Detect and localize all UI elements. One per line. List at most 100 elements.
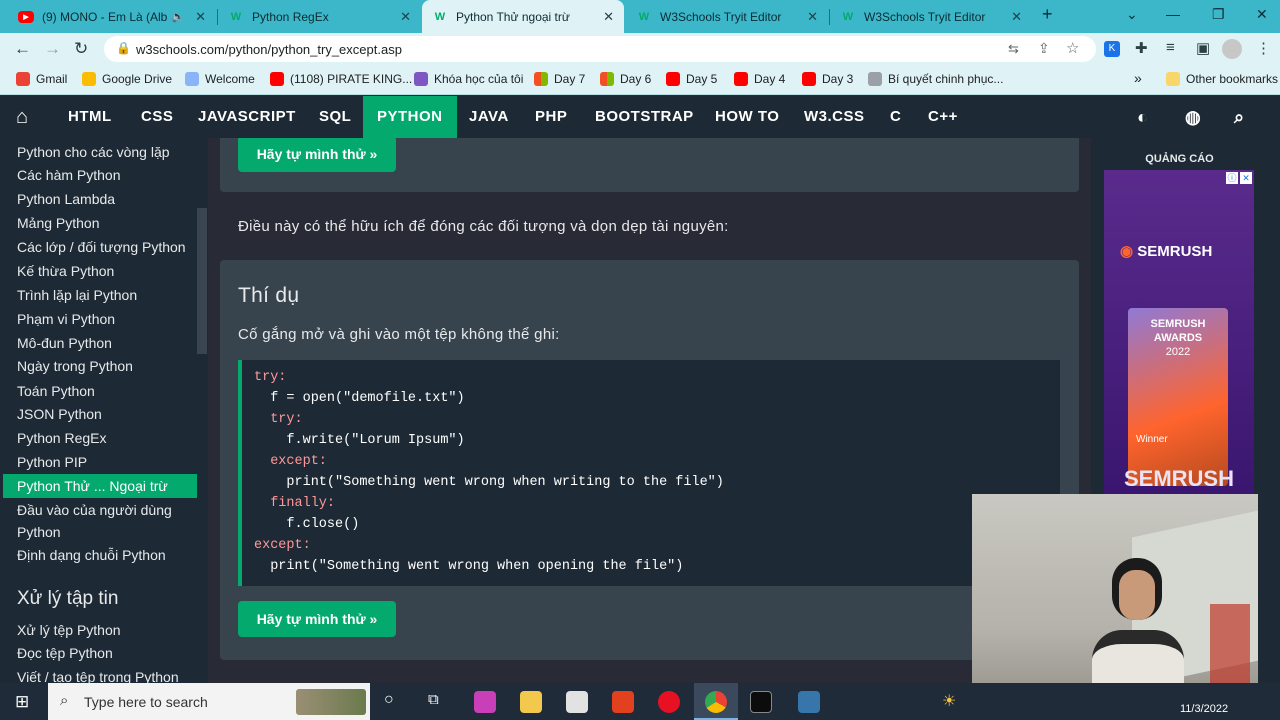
sidebar-item[interactable]: Phạm vi Python: [17, 311, 115, 327]
bookmark-khoa-hoc[interactable]: Khóa học của tôi: [414, 72, 523, 86]
bookmark-day-5[interactable]: Day 5: [666, 72, 717, 86]
close-icon[interactable]: ✕: [195, 9, 206, 25]
menu-kebab-icon[interactable]: ⋮: [1256, 39, 1271, 57]
sidebar-item[interactable]: Định dạng chuỗi Python: [17, 547, 166, 563]
share-icon[interactable]: ⇪: [1038, 40, 1050, 57]
profile-avatar[interactable]: [1222, 39, 1242, 59]
search-icon[interactable]: ⌕: [1234, 96, 1245, 138]
app-icon[interactable]: [474, 691, 496, 713]
tab-python-try-except[interactable]: W Python Thử ngoại trừ ✕: [422, 0, 624, 33]
sidebar-item[interactable]: Python: [17, 524, 61, 540]
tab-tryit-editor-2[interactable]: W W3Schools Tryit Editor ✕: [830, 0, 1032, 33]
sidebar-item[interactable]: Python RegEx: [17, 430, 107, 446]
reload-icon[interactable]: ↻: [74, 39, 88, 59]
close-window-icon[interactable]: ✕: [1256, 6, 1268, 23]
close-icon[interactable]: ✕: [1011, 9, 1022, 25]
nav-css[interactable]: CSS: [141, 96, 173, 138]
sidebar-scrollbar[interactable]: [197, 208, 207, 354]
extension-k-icon[interactable]: K: [1104, 41, 1120, 57]
clock-date[interactable]: 11/3/2022: [1180, 703, 1228, 715]
side-panel-icon[interactable]: ▣: [1196, 39, 1210, 57]
bookmark-gmail[interactable]: Gmail: [16, 72, 67, 86]
nav-sql[interactable]: SQL: [319, 96, 351, 138]
weather-icon[interactable]: ☀: [942, 691, 956, 711]
terminal-icon[interactable]: [750, 691, 772, 713]
globe-icon[interactable]: ◍: [1185, 96, 1201, 138]
file-explorer-icon[interactable]: [520, 691, 542, 713]
python-icon[interactable]: [798, 691, 820, 713]
bookmark-bi-quyet[interactable]: Bí quyết chinh phục...: [868, 72, 1003, 86]
cortana-icon[interactable]: ○: [384, 691, 394, 709]
sidebar-item[interactable]: Python PIP: [17, 454, 87, 470]
nav-how-to[interactable]: HOW TO: [715, 96, 779, 138]
app-icon[interactable]: [566, 691, 588, 713]
close-icon[interactable]: ✕: [807, 9, 818, 25]
record-icon[interactable]: [658, 691, 680, 713]
nav-java[interactable]: JAVA: [469, 96, 509, 138]
sidebar-item[interactable]: Kế thừa Python: [17, 263, 114, 279]
ad-info-icon[interactable]: ⓘ: [1226, 172, 1238, 184]
bookmark-day-6[interactable]: Day 6: [600, 72, 651, 86]
nav-python[interactable]: PYTHON: [363, 96, 457, 138]
tab-python-regex[interactable]: W Python RegEx ✕: [218, 0, 421, 33]
nav-bootstrap[interactable]: BOOTSTRAP: [595, 96, 694, 138]
audio-icon[interactable]: 🔈: [171, 10, 185, 23]
task-view-icon[interactable]: ⧉: [428, 691, 439, 708]
bookmark-star-icon[interactable]: ☆: [1066, 39, 1079, 57]
sidebar-item[interactable]: Đầu vào của người dùng: [17, 502, 172, 518]
sidebar-item[interactable]: Ngày trong Python: [17, 358, 133, 374]
close-icon[interactable]: ✕: [400, 9, 411, 25]
lock-icon[interactable]: 🔒: [116, 41, 131, 55]
sidebar-item[interactable]: Python cho các vòng lặp: [17, 144, 170, 160]
nav-w3css[interactable]: W3.CSS: [804, 96, 865, 138]
tab-tryit-editor-1[interactable]: W W3Schools Tryit Editor ✕: [626, 0, 828, 33]
forward-icon[interactable]: →: [44, 39, 61, 59]
sidebar-item[interactable]: Mảng Python: [17, 215, 100, 231]
bookmark-day-3[interactable]: Day 3: [802, 72, 853, 86]
sidebar-item[interactable]: Các lớp / đối tượng Python: [17, 239, 186, 255]
minimize-icon[interactable]: —: [1166, 6, 1180, 22]
home-icon[interactable]: ⌂: [16, 96, 29, 138]
try-it-yourself-button[interactable]: Hãy tự mình thử »: [238, 138, 396, 172]
bookmark-pirate-king[interactable]: (1108) PIRATE KING...: [270, 72, 412, 86]
more-bookmarks-chevron-icon[interactable]: »: [1134, 70, 1142, 86]
sidebar-item[interactable]: Toán Python: [17, 383, 95, 399]
sidebar-item[interactable]: Trình lặp lại Python: [17, 287, 137, 303]
sidebar-item[interactable]: Python Lambda: [17, 191, 115, 207]
tab-youtube-mono[interactable]: ▶ (9) MONO - Em Là (Albu 🔈 ✕: [8, 0, 216, 33]
nav-html[interactable]: HTML: [68, 96, 112, 138]
close-icon[interactable]: ✕: [603, 9, 614, 25]
office-icon[interactable]: [612, 691, 634, 713]
semrush-ad[interactable]: ⓘ ✕ ◉ SEMRUSH SEMRUSH AWARDS 2022 Winner…: [1104, 170, 1254, 495]
nav-cpp[interactable]: C++: [928, 96, 958, 138]
other-bookmarks[interactable]: Other bookmarks: [1166, 72, 1278, 86]
reading-list-icon[interactable]: ≡: [1166, 39, 1175, 56]
translate-icon[interactable]: ⇆: [1008, 41, 1019, 57]
sidebar-item[interactable]: Viết / tạo tệp trong Python: [17, 669, 179, 683]
url-text[interactable]: w3schools.com/python/python_try_except.a…: [136, 42, 402, 57]
back-icon[interactable]: ←: [14, 39, 31, 59]
sidebar-item[interactable]: Đọc tệp Python: [17, 645, 113, 661]
taskbar-search-box[interactable]: ⌕ Type here to search: [48, 683, 370, 720]
sidebar-item[interactable]: Xử lý tệp Python: [17, 622, 121, 638]
nav-javascript[interactable]: JAVASCRIPT: [198, 96, 296, 138]
sidebar-item[interactable]: Mô-đun Python: [17, 335, 112, 351]
bookmark-day-7[interactable]: Day 7: [534, 72, 585, 86]
dark-mode-icon[interactable]: ◐: [1137, 96, 1148, 138]
windows-start-icon[interactable]: ⊞: [15, 692, 29, 712]
sidebar-item[interactable]: JSON Python: [17, 406, 102, 422]
extensions-puzzle-icon[interactable]: ✚: [1135, 39, 1148, 57]
sidebar-item-active[interactable]: Python Thử ... Ngoại trừ: [17, 478, 168, 494]
bookmark-google-drive[interactable]: Google Drive: [82, 72, 172, 86]
bookmark-day-4[interactable]: Day 4: [734, 72, 785, 86]
sidebar-item[interactable]: Các hàm Python: [17, 167, 121, 183]
tab-search-icon[interactable]: ⌄: [1126, 6, 1138, 23]
address-bar[interactable]: 🔒 w3schools.com/python/python_try_except…: [104, 36, 1096, 62]
nav-c[interactable]: C: [890, 96, 901, 138]
bookmark-welcome[interactable]: Welcome: [185, 72, 255, 86]
taskbar-chrome-active[interactable]: [694, 683, 738, 720]
new-tab-button[interactable]: +: [1042, 4, 1053, 25]
restore-icon[interactable]: ❐: [1212, 6, 1225, 23]
try-it-yourself-button[interactable]: Hãy tự mình thử »: [238, 601, 396, 637]
nav-php[interactable]: PHP: [535, 96, 567, 138]
